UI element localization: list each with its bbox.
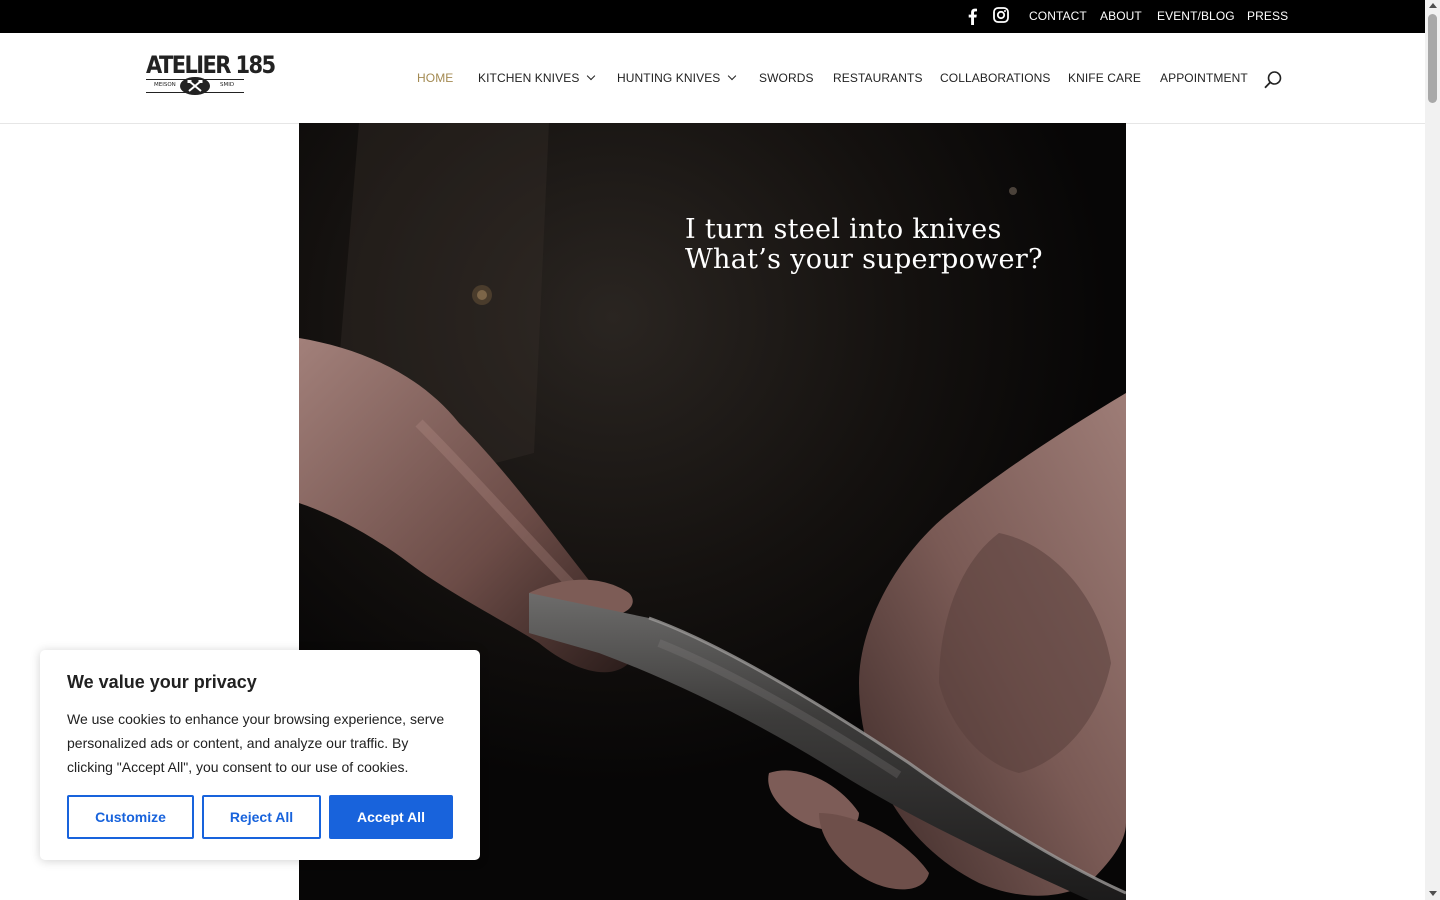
logo-wordmark: ATELIER 185 (146, 51, 276, 79)
scroll-thumb[interactable] (1428, 14, 1437, 103)
cookie-title: We value your privacy (67, 672, 257, 692)
top-link-press[interactable]: PRESS (1247, 9, 1288, 23)
nav-item-label: KITCHEN KNIVES (478, 71, 580, 85)
chevron-down-icon (728, 71, 737, 81)
nav-item-collaborations[interactable]: COLLABORATIONS (940, 71, 1051, 85)
instagram-icon[interactable] (992, 6, 1010, 24)
accept-all-button[interactable]: Accept All (329, 795, 453, 839)
page: CONTACT ABOUT EVENT/BLOG PRESS ATELIER 1… (0, 0, 1440, 900)
nav-item-home[interactable]: HOME (417, 71, 453, 85)
logo-sub-left: MEISON (154, 82, 176, 88)
search-icon[interactable] (1263, 70, 1283, 90)
nav-item-kitchen-knives[interactable]: KITCHEN KNIVES (478, 71, 596, 85)
crossed-hammers-icon (180, 77, 210, 95)
site-logo[interactable]: ATELIER 185 MEISON SMID (146, 51, 276, 97)
scroll-down-arrow-icon[interactable] (1429, 891, 1437, 896)
nav-item-appointment[interactable]: APPOINTMENT (1160, 71, 1248, 85)
nav-item-restaurants[interactable]: RESTAURANTS (833, 71, 923, 85)
facebook-icon[interactable] (965, 6, 979, 26)
logo-sub-right: SMID (220, 82, 235, 88)
hero-line-1: I turn steel into knives (685, 214, 1002, 245)
hero-line-2: What’s your superpower? (685, 244, 1043, 275)
nav-item-swords[interactable]: SWORDS (759, 71, 814, 85)
scroll-up-arrow-icon[interactable] (1429, 3, 1437, 8)
top-link-contact[interactable]: CONTACT (1029, 9, 1087, 23)
nav-item-hunting-knives[interactable]: HUNTING KNIVES (617, 71, 737, 85)
customize-button[interactable]: Customize (67, 795, 194, 839)
reject-all-button[interactable]: Reject All (202, 795, 321, 839)
nav-item-knife-care[interactable]: KNIFE CARE (1068, 71, 1141, 85)
top-link-event-blog[interactable]: EVENT/BLOG (1157, 9, 1235, 23)
top-bar: CONTACT ABOUT EVENT/BLOG PRESS (0, 0, 1425, 33)
top-link-about[interactable]: ABOUT (1100, 9, 1142, 23)
cookie-description: We use cookies to enhance your browsing … (67, 711, 445, 775)
nav-item-label: HUNTING KNIVES (617, 71, 721, 85)
cookie-consent-banner: We value your privacy We use cookies to … (40, 650, 480, 860)
main-header: ATELIER 185 MEISON SMID HOME KITCHEN KNI… (0, 33, 1425, 124)
page-scrollbar[interactable] (1425, 0, 1440, 900)
hero-tagline: I turn steel into knives What’s your sup… (685, 215, 1043, 275)
chevron-down-icon (587, 71, 596, 81)
